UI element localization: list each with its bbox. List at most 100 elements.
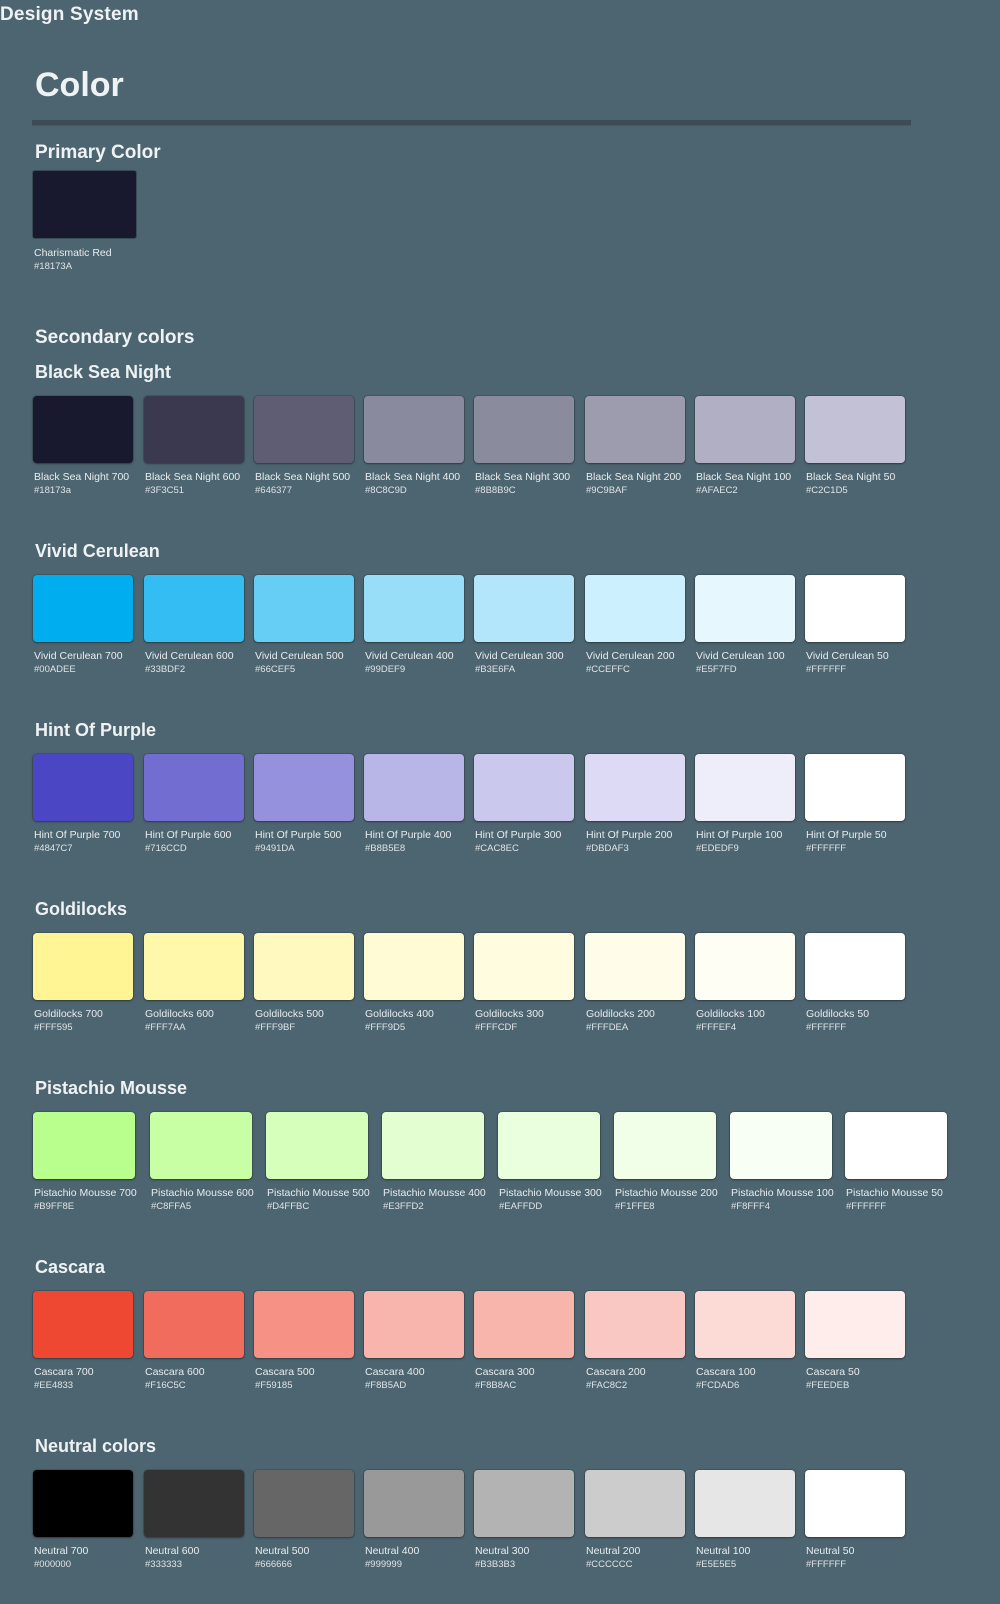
color-swatch[interactable] (33, 1291, 133, 1358)
color-swatch[interactable] (364, 1470, 464, 1537)
primary-color-name: Charismatic Red (34, 247, 112, 259)
color-swatch[interactable] (33, 933, 133, 1000)
swatch-name: Cascara 700 (34, 1366, 94, 1378)
color-swatch[interactable] (33, 754, 133, 821)
swatch-hex: #FFFFFF (846, 1201, 887, 1212)
palette-title: Neutral colors (35, 1436, 157, 1456)
color-swatch[interactable] (364, 1291, 464, 1358)
color-swatch[interactable] (254, 396, 354, 463)
color-swatch[interactable] (585, 575, 685, 642)
page-title: Color (35, 66, 124, 104)
swatch-name: Goldilocks 600 (145, 1008, 214, 1020)
swatch-hex: #666666 (255, 1559, 292, 1570)
palette-title: Hint Of Purple (35, 720, 156, 740)
color-swatch[interactable] (805, 933, 905, 1000)
swatch-name: Vivid Cerulean 400 (365, 650, 454, 662)
color-swatch[interactable] (382, 1112, 484, 1179)
swatch-name: Cascara 200 (586, 1366, 646, 1378)
color-swatch[interactable] (254, 754, 354, 821)
swatch-hex: #F59185 (255, 1380, 293, 1391)
primary-color-swatch[interactable] (33, 171, 136, 238)
swatch-hex: #FFFEF4 (696, 1022, 737, 1033)
swatch-hex: #716CCD (145, 843, 187, 854)
swatch-name: Vivid Cerulean 50 (806, 650, 889, 662)
swatch-hex: #B3E6FA (475, 664, 516, 675)
color-swatch[interactable] (695, 933, 795, 1000)
color-swatch[interactable] (474, 575, 574, 642)
color-swatch[interactable] (254, 575, 354, 642)
color-swatch[interactable] (474, 933, 574, 1000)
color-swatch[interactable] (474, 754, 574, 821)
swatch-hex: #FFF9D5 (365, 1022, 406, 1033)
swatch-hex: #FFFFFF (806, 664, 847, 675)
swatch-name: Hint Of Purple 100 (696, 829, 783, 841)
swatch-hex: #000000 (34, 1559, 71, 1570)
swatch-name: Cascara 50 (806, 1366, 860, 1378)
color-swatch[interactable] (585, 933, 685, 1000)
color-swatch[interactable] (33, 396, 133, 463)
color-swatch[interactable] (805, 1470, 905, 1537)
color-swatch[interactable] (33, 1470, 133, 1537)
color-swatch[interactable] (695, 1291, 795, 1358)
color-swatch[interactable] (614, 1112, 716, 1179)
color-swatch[interactable] (695, 396, 795, 463)
color-swatch[interactable] (585, 1470, 685, 1537)
swatch-hex: #8C8C9D (365, 485, 407, 496)
color-swatch[interactable] (474, 1470, 574, 1537)
color-swatch[interactable] (695, 754, 795, 821)
swatch-hex: #646377 (255, 485, 292, 496)
swatch-name: Neutral 400 (365, 1545, 420, 1557)
color-swatch[interactable] (144, 1470, 244, 1537)
color-swatch[interactable] (144, 754, 244, 821)
color-swatch[interactable] (144, 396, 244, 463)
color-swatch[interactable] (150, 1112, 252, 1179)
swatch-name: Vivid Cerulean 700 (34, 650, 123, 662)
color-swatch[interactable] (144, 933, 244, 1000)
swatch-hex: #FFF9BF (255, 1022, 296, 1033)
color-swatch[interactable] (254, 933, 354, 1000)
swatch-name: Hint Of Purple 300 (475, 829, 562, 841)
color-swatch[interactable] (364, 754, 464, 821)
palette-title: Pistachio Mousse (35, 1078, 188, 1098)
color-swatch[interactable] (364, 575, 464, 642)
color-swatch[interactable] (266, 1112, 368, 1179)
swatch-hex: #66CEF5 (255, 664, 296, 675)
color-swatch[interactable] (254, 1291, 354, 1358)
swatch-name: Cascara 100 (696, 1366, 756, 1378)
color-swatch[interactable] (695, 575, 795, 642)
swatch-name: Cascara 400 (365, 1366, 425, 1378)
swatch-name: Goldilocks 400 (365, 1008, 434, 1020)
color-swatch[interactable] (254, 1470, 354, 1537)
color-swatch[interactable] (144, 575, 244, 642)
swatch-name: Pistachio Mousse 200 (615, 1187, 718, 1199)
color-swatch[interactable] (695, 1470, 795, 1537)
swatch-hex: #18173a (34, 485, 71, 496)
color-swatch[interactable] (498, 1112, 600, 1179)
palette-title: Cascara (35, 1257, 106, 1277)
swatch-name: Goldilocks 700 (34, 1008, 103, 1020)
swatch-name: Pistachio Mousse 50 (846, 1187, 943, 1199)
primary-color-hex: #18173A (34, 261, 73, 272)
color-swatch[interactable] (730, 1112, 832, 1179)
color-swatch[interactable] (33, 575, 133, 642)
swatch-hex: #33BDF2 (145, 664, 186, 675)
color-swatch[interactable] (144, 1291, 244, 1358)
swatch-hex: #FFF7AA (145, 1022, 186, 1033)
swatch-name: Cascara 500 (255, 1366, 315, 1378)
color-swatch[interactable] (364, 396, 464, 463)
color-swatch[interactable] (845, 1112, 947, 1179)
color-swatch[interactable] (585, 396, 685, 463)
color-swatch[interactable] (474, 396, 574, 463)
color-swatch[interactable] (364, 933, 464, 1000)
swatch-name: Hint Of Purple 50 (806, 829, 887, 841)
color-swatch[interactable] (805, 754, 905, 821)
color-swatch[interactable] (805, 1291, 905, 1358)
color-swatch[interactable] (805, 575, 905, 642)
color-swatch[interactable] (33, 1112, 135, 1179)
color-swatch[interactable] (585, 1291, 685, 1358)
color-swatch[interactable] (805, 396, 905, 463)
color-swatch[interactable] (585, 754, 685, 821)
swatch-name: Cascara 300 (475, 1366, 535, 1378)
color-swatch[interactable] (474, 1291, 574, 1358)
swatch-name: Hint Of Purple 600 (145, 829, 232, 841)
